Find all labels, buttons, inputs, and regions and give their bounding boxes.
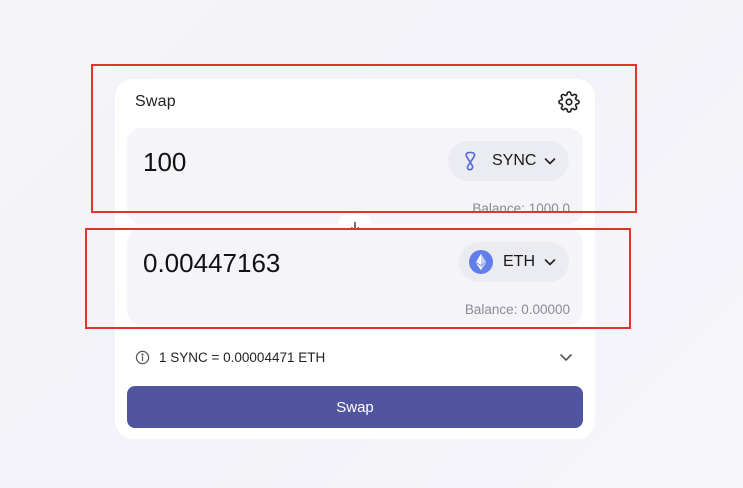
to-token-symbol: ETH xyxy=(503,253,535,270)
from-token-symbol: SYNC xyxy=(492,152,537,169)
swap-button[interactable]: Swap xyxy=(127,386,583,428)
from-balance: Balance: 1000.0 xyxy=(472,201,570,216)
to-balance: Balance: 0.00000 xyxy=(464,302,570,317)
from-token-panel: SYNC Balance: 1000.0 xyxy=(127,128,583,224)
chevron-down-icon xyxy=(560,354,572,361)
info-icon xyxy=(135,350,150,364)
gear-icon[interactable] xyxy=(558,91,580,113)
rate-details-toggle[interactable]: 1 SYNC = 0.00004471 ETH xyxy=(135,343,575,371)
swap-card: Swap SYNC Balance: 1000.0 xyxy=(115,79,595,439)
chevron-down-icon xyxy=(544,158,556,165)
eth-token-icon xyxy=(469,250,493,274)
chevron-down-icon xyxy=(544,259,556,266)
sync-token-icon xyxy=(465,151,476,171)
card-title: Swap xyxy=(135,93,176,110)
from-token-selector[interactable]: SYNC xyxy=(448,141,569,181)
to-amount-input[interactable] xyxy=(143,245,443,281)
to-token-selector[interactable]: ETH xyxy=(459,242,569,282)
exchange-rate-text: 1 SYNC = 0.00004471 ETH xyxy=(159,349,326,365)
from-amount-input[interactable] xyxy=(143,144,443,180)
to-token-panel: ETH Balance: 0.00000 xyxy=(127,229,583,325)
